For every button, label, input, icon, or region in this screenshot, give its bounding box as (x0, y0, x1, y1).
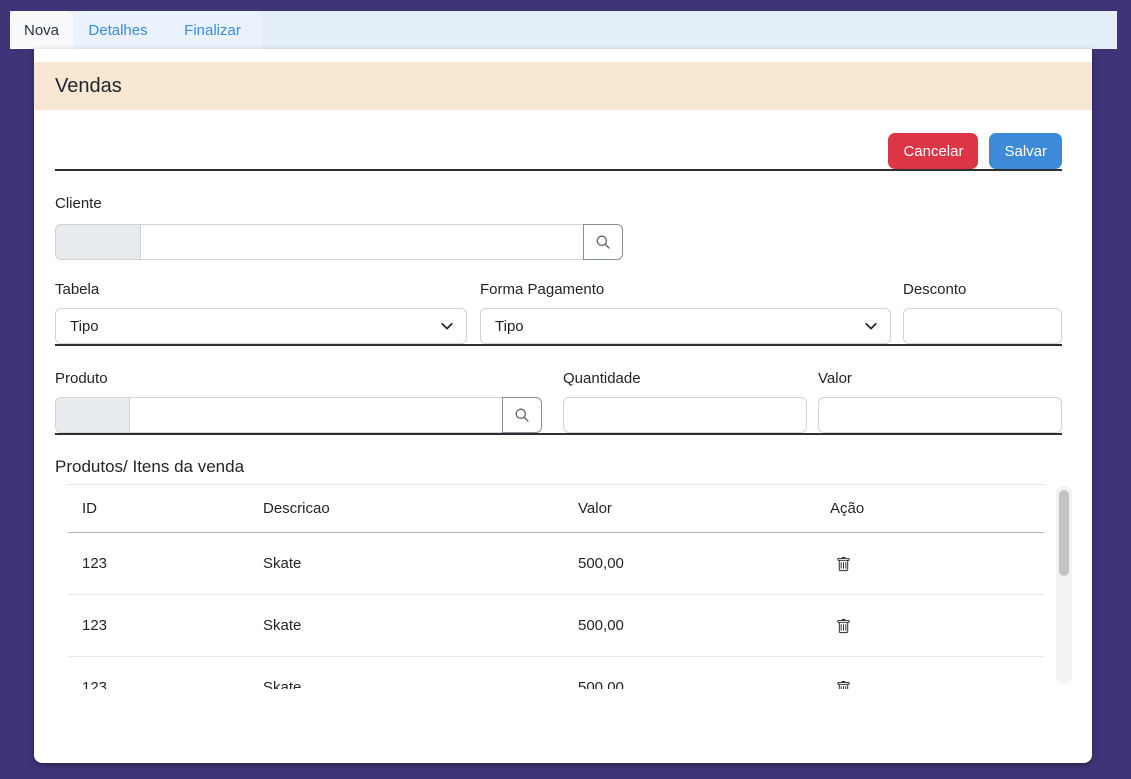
card-header: Vendas (34, 62, 1092, 110)
cancelar-button[interactable]: Cancelar (888, 133, 978, 169)
tab-detalhes[interactable]: Detalhes (73, 11, 163, 49)
table-row: 123 Skate 500,00 (68, 533, 1044, 595)
cell-id: 123 (68, 533, 249, 595)
valor-label: Valor (818, 370, 1062, 388)
forma-pagamento-select[interactable]: Tipo (480, 308, 891, 344)
trash-icon (836, 681, 851, 689)
produto-field: Produto (55, 370, 542, 433)
tab-nova[interactable]: Nova (10, 11, 73, 49)
trash-icon (836, 619, 851, 634)
tab-nova-label: Nova (24, 22, 59, 39)
divider-middle (55, 344, 1062, 346)
items-section-title: Produtos/ Itens da venda (55, 457, 1062, 477)
cliente-name-input[interactable] (140, 224, 584, 260)
items-table: ID Descricao Valor Ação 123 Skate 500,00 (68, 484, 1044, 689)
card-content: Cancelar Salvar Cliente Tabela (34, 133, 1092, 689)
desconto-input[interactable] (903, 308, 1062, 344)
column-header-valor: Valor (564, 485, 816, 533)
cell-descricao: Skate (249, 595, 564, 657)
divider-bottom (55, 433, 1062, 435)
table-row: 123 Skate 500,00 (68, 595, 1044, 657)
cliente-code-input[interactable] (55, 224, 141, 260)
delete-item-button[interactable] (836, 681, 851, 689)
cell-acao (816, 595, 1044, 657)
cell-acao (816, 533, 1044, 595)
column-header-acao: Ação (816, 485, 1044, 533)
cell-valor: 500,00 (564, 595, 816, 657)
produto-input-group (55, 397, 542, 433)
desconto-field: Desconto (903, 281, 1062, 344)
column-header-descricao: Descricao (249, 485, 564, 533)
items-table-container: ID Descricao Valor Ação 123 Skate 500,00 (68, 484, 1072, 689)
cell-descricao: Skate (249, 533, 564, 595)
cell-id: 123 (68, 595, 249, 657)
produto-code-input[interactable] (55, 397, 130, 433)
tabela-field: Tabela Tipo (55, 281, 467, 344)
table-header-row: ID Descricao Valor Ação (68, 485, 1044, 533)
delete-item-button[interactable] (836, 557, 851, 572)
product-row: Produto Quantidade (55, 370, 1062, 433)
tab-finalizar[interactable]: Finalizar (163, 11, 262, 49)
quantidade-label: Quantidade (563, 370, 807, 388)
table-row: 123 Skate 500,00 (68, 657, 1044, 690)
quantidade-input[interactable] (563, 397, 807, 433)
search-icon (514, 407, 530, 423)
produto-search-button[interactable] (502, 397, 542, 433)
column-header-id: ID (68, 485, 249, 533)
salvar-button[interactable]: Salvar (989, 133, 1062, 169)
divider-top (55, 169, 1062, 171)
cliente-input-group (55, 224, 623, 260)
tab-finalizar-label: Finalizar (184, 22, 241, 39)
payment-row: Tabela Tipo Forma Pagamento Tip (55, 281, 1062, 344)
table-scrollbar[interactable] (1056, 486, 1072, 684)
trash-icon (836, 557, 851, 572)
forma-pagamento-label: Forma Pagamento (480, 281, 891, 299)
search-icon (595, 234, 611, 250)
tabela-label: Tabela (55, 281, 467, 299)
produto-name-input[interactable] (129, 397, 503, 433)
tabela-select[interactable]: Tipo (55, 308, 467, 344)
valor-input[interactable] (818, 397, 1062, 433)
desconto-label: Desconto (903, 281, 1062, 299)
cliente-label: Cliente (55, 195, 1062, 213)
cell-descricao: Skate (249, 657, 564, 690)
vendas-card: Vendas Cancelar Salvar Cliente (34, 49, 1092, 763)
tab-bar: Nova Detalhes Finalizar (10, 11, 1117, 49)
delete-item-button[interactable] (836, 619, 851, 634)
action-buttons: Cancelar Salvar (55, 133, 1062, 169)
cell-acao (816, 657, 1044, 690)
forma-pagamento-field: Forma Pagamento Tipo (480, 281, 891, 344)
scrollbar-thumb[interactable] (1059, 490, 1069, 576)
valor-field: Valor (818, 370, 1062, 433)
quantidade-field: Quantidade (563, 370, 807, 433)
cell-id: 123 (68, 657, 249, 690)
cliente-search-button[interactable] (583, 224, 623, 260)
tab-detalhes-label: Detalhes (88, 22, 147, 39)
page-title: Vendas (55, 75, 122, 98)
produto-label: Produto (55, 370, 542, 388)
cell-valor: 500,00 (564, 657, 816, 690)
cell-valor: 500,00 (564, 533, 816, 595)
